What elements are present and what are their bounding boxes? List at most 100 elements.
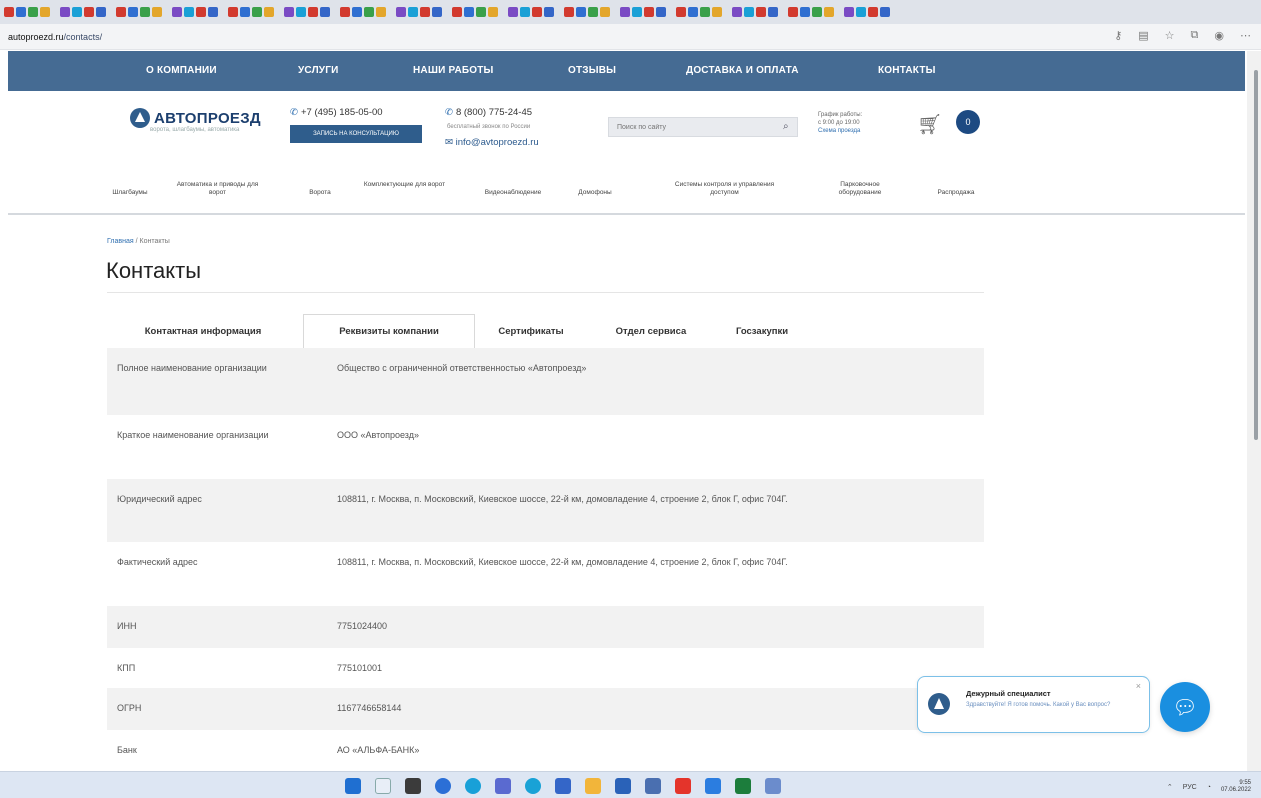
browser-tab-favicon[interactable] [812,7,822,17]
browser-tab-favicon[interactable] [620,7,630,17]
cart-count-badge[interactable]: 0 [956,110,980,134]
chat-popup[interactable]: Дежурный специалист Здравствуйте! Я гото… [917,676,1150,733]
close-icon[interactable]: × [1136,681,1141,691]
nav-item-works[interactable]: НАШИ РАБОТЫ [413,65,494,76]
category-intercoms[interactable]: Домофоны [560,189,630,197]
browser-tab-favicon[interactable] [320,7,330,17]
browser-tab-favicon[interactable] [196,7,206,17]
browser-tab-favicon[interactable] [788,7,798,17]
tray-chevron-icon[interactable]: ⌃ [1167,783,1173,791]
browser-tab-favicon[interactable] [284,7,294,17]
collections-icon[interactable]: ⧉ [1191,29,1199,42]
browser-tab-favicon[interactable] [40,7,50,17]
browser-tab-favicon[interactable] [408,7,418,17]
browser-tab-favicon[interactable] [632,7,642,17]
profile-icon[interactable]: ◉ [1214,29,1224,42]
nav-item-contacts[interactable]: КОНТАКТЫ [878,65,936,76]
consultation-button[interactable]: ЗАПИСЬ НА КОНСУЛЬТАЦИЮ [290,125,422,143]
browser-tab-favicon[interactable] [16,7,26,17]
browser-tab-favicon[interactable] [152,7,162,17]
clock[interactable]: 9:55 07.06.2022 [1221,780,1251,794]
lang-indicator[interactable]: РУС [1183,784,1197,791]
browser-tab-favicon[interactable] [476,7,486,17]
directions-link[interactable]: Схема проезда [818,127,878,135]
nav-item-services[interactable]: УСЛУГИ [298,65,339,76]
browser-tab-favicon[interactable] [544,7,554,17]
yandex-icon[interactable] [675,778,691,794]
browser-tab-favicon[interactable] [856,7,866,17]
search-input[interactable] [608,117,798,137]
browser-tab-favicon[interactable] [376,7,386,17]
tab-company-details[interactable]: Реквизиты компании [303,314,475,348]
scrollbar-thumb[interactable] [1254,70,1258,440]
browser-tab-favicon[interactable] [4,7,14,17]
store-icon[interactable] [555,778,571,794]
browser-tab-favicon[interactable] [532,7,542,17]
breadcrumb-home[interactable]: Главная [107,238,134,245]
browser-tab-favicon[interactable] [520,7,530,17]
app-icon[interactable] [495,778,511,794]
browser-tab-favicon[interactable] [844,7,854,17]
category-gates[interactable]: Ворота [300,189,340,197]
browser-tab-favicon[interactable] [600,7,610,17]
browser-tab-favicon[interactable] [264,7,274,17]
category-barriers[interactable]: Шлагбаумы [100,189,160,197]
browser-tab-favicon[interactable] [576,7,586,17]
browser-tab-favicon[interactable] [464,7,474,17]
browser-tab-favicon[interactable] [172,7,182,17]
browser-tab-favicon[interactable] [364,7,374,17]
category-video[interactable]: Видеонаблюдение [473,189,553,197]
menu-icon[interactable]: ⋯ [1240,29,1251,42]
browser-tab-favicon[interactable] [228,7,238,17]
browser-tab-favicon[interactable] [656,7,666,17]
wifi-icon[interactable]: ◔ [1207,784,1211,791]
browser-tab-favicon[interactable] [420,7,430,17]
category-gate-automation[interactable]: Автоматика и приводы для ворот [170,181,265,197]
url-text[interactable]: autoproezd.ru/contacts/ [8,32,102,42]
phone-free[interactable]: ✆ 8 (800) 775-24-45 [445,107,532,118]
browser-tab-favicon[interactable] [128,7,138,17]
nav-item-reviews[interactable]: ОТЗЫВЫ [568,65,616,76]
browser-tab-favicon[interactable] [352,7,362,17]
browser-tab-favicon[interactable] [60,7,70,17]
browser-tab-favicon[interactable] [588,7,598,17]
tab-contact-info[interactable]: Контактная информация [107,314,299,348]
browser-tab-strip[interactable] [0,0,1261,24]
cart-icon[interactable]: 🛒︎ [917,112,942,137]
tab-certificates[interactable]: Сертификаты [479,314,583,348]
browser-tab-favicon[interactable] [452,7,462,17]
browser-tab-favicon[interactable] [140,7,150,17]
search-icon[interactable]: ⌕ [783,121,789,132]
category-parking[interactable]: Парковочное оборудование [820,181,900,197]
bookmark-icon[interactable]: ☆ [1165,29,1175,42]
browser-tab-favicon[interactable] [488,7,498,17]
browser-tab-favicon[interactable] [880,7,890,17]
key-icon[interactable]: ⚷ [1114,29,1122,42]
browser-tab-favicon[interactable] [184,7,194,17]
browser-tab-favicon[interactable] [84,7,94,17]
browser-tab-favicon[interactable] [768,7,778,17]
browser-tab-favicon[interactable] [732,7,742,17]
excel-icon[interactable] [735,778,751,794]
address-bar[interactable]: autoproezd.ru/contacts/ ⚷ ▤ ☆ ⧉ ◉ ⋯ [0,24,1261,50]
browser-tab-favicon[interactable] [564,7,574,17]
browser-tab-favicon[interactable] [712,7,722,17]
browser-tab-favicon[interactable] [824,7,834,17]
browser-tab-favicon[interactable] [208,7,218,17]
edge-icon[interactable] [435,778,451,794]
nav-item-about[interactable]: О КОМПАНИИ [146,65,217,76]
folder-icon[interactable] [585,778,601,794]
browser-tab-favicon[interactable] [340,7,350,17]
category-access-control[interactable]: Системы контроля и управления доступом [662,181,787,197]
browser-tab-favicon[interactable] [252,7,262,17]
browser-tab-favicon[interactable] [800,7,810,17]
browser-tab-favicon[interactable] [676,7,686,17]
tab-service-dept[interactable]: Отдел сервиса [595,314,707,348]
telegram-icon[interactable] [525,778,541,794]
browser-tab-favicon[interactable] [308,7,318,17]
browser-tab-favicon[interactable] [28,7,38,17]
browser-tab-favicon[interactable] [396,7,406,17]
category-gate-parts[interactable]: Комплектующие для ворот [352,181,457,189]
reader-icon[interactable]: ▤ [1138,29,1148,42]
search-icon[interactable] [375,778,391,794]
